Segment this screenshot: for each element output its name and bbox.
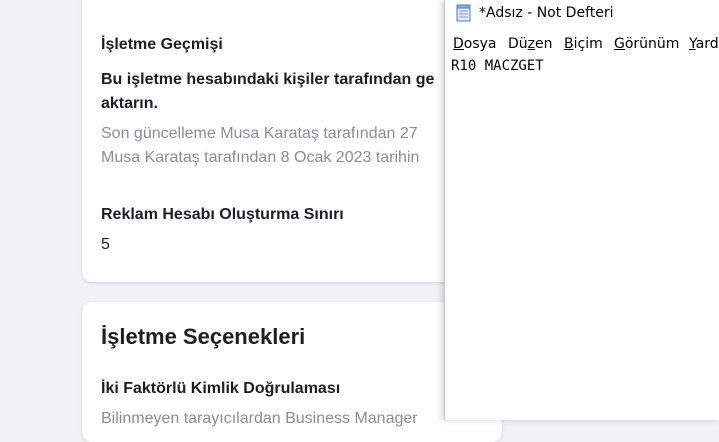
notepad-window[interactable]: *Adsız - Not Defteri Dosya Düzen Biçim G…	[444, 0, 719, 420]
menu-bar: Dosya Düzen Biçim Görünüm Yard	[445, 33, 719, 55]
transfer-text: Bu işletme hesabındaki kişiler tarafında…	[101, 71, 435, 88]
ad-account-limit-label: Reklam Hesabı Oluşturma Sınırı	[101, 206, 344, 223]
business-options-card: İşletme Seçenekleri İki Faktörlü Kimlik …	[82, 302, 502, 442]
transfer-instructions: Bu işletme hesabındaki kişiler tarafında…	[101, 68, 501, 116]
text-editor-area[interactable]: R10 MACZGET	[451, 58, 716, 416]
ad-account-limit-value: 5	[101, 236, 110, 253]
transfer-text-line2: aktarın.	[101, 95, 158, 112]
menu-format[interactable]: Biçim	[564, 36, 603, 52]
two-factor-description: Bilinmeyen tarayıcılardan Business Manag…	[101, 410, 418, 427]
last-updated-info: Son güncelleme Musa Karataş tarafından 2…	[101, 122, 501, 170]
menu-view[interactable]: Görünüm	[614, 36, 679, 52]
notepad-icon	[455, 4, 473, 22]
window-title: *Adsız - Not Defteri	[479, 5, 614, 21]
menu-file[interactable]: Dosya	[453, 36, 497, 52]
menu-edit[interactable]: Düzen	[508, 36, 553, 52]
business-history-title: İşletme Geçmişi	[101, 36, 223, 53]
updated-line-1: Son güncelleme Musa Karataş tarafından 2…	[101, 125, 418, 142]
two-factor-title[interactable]: İki Faktörlü Kimlik Doğrulaması	[101, 380, 340, 398]
business-info-card: İşletme Geçmişi Bu işletme hesabındaki k…	[82, 0, 502, 282]
menu-help[interactable]: Yard	[689, 36, 719, 52]
updated-line-2: Musa Karataş tarafından 8 Ocak 2023 tari…	[101, 149, 420, 166]
business-options-title: İşletme Seçenekleri	[101, 324, 306, 349]
title-bar[interactable]: *Adsız - Not Defteri	[445, 0, 719, 28]
